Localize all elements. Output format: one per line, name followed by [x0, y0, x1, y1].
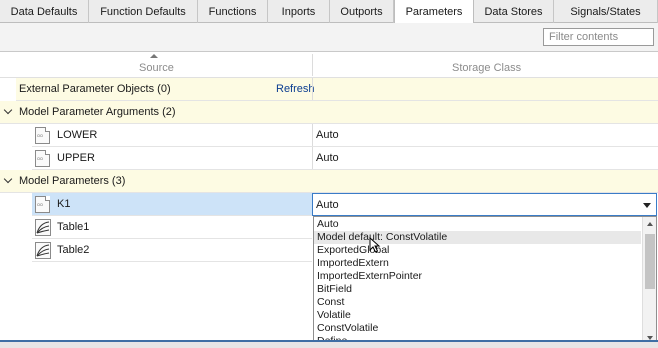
column-divider[interactable]: [312, 54, 313, 76]
external-objects-label: External Parameter Objects (0): [19, 83, 171, 95]
column-header-row: Source Storage Class: [0, 52, 658, 78]
parameter-icon: ▫▫: [35, 127, 50, 144]
table-row[interactable]: Table2: [32, 239, 312, 262]
scroll-up-icon[interactable]: [647, 222, 653, 226]
dropdown-option[interactable]: Const: [314, 296, 641, 309]
tab-bar: Data Defaults Function Defaults Function…: [0, 0, 658, 24]
table-row-selected[interactable]: ▫▫ K1: [32, 193, 312, 216]
tab-functions[interactable]: Functions: [198, 0, 268, 23]
row-name: LOWER: [57, 129, 98, 141]
row-name: Table2: [57, 244, 90, 256]
dropdown-option[interactable]: ExportedGlobal: [314, 244, 641, 257]
tab-outports[interactable]: Outports: [330, 0, 394, 23]
column-divider: [312, 124, 313, 146]
column-header-source[interactable]: Source: [139, 62, 174, 74]
column-divider: [312, 147, 313, 169]
dropdown-arrow-icon[interactable]: [643, 203, 651, 208]
row-name: UPPER: [57, 152, 95, 164]
parameter-icon: ▫▫: [35, 150, 50, 167]
tab-function-defaults[interactable]: Function Defaults: [89, 0, 198, 23]
dropdown-scrollbar[interactable]: [642, 217, 656, 345]
column-header-storage-class[interactable]: Storage Class: [452, 62, 521, 74]
combobox-value: Auto: [316, 199, 339, 211]
parameter-icon: ▫▫: [35, 196, 50, 213]
table-row[interactable]: ▫▫ LOWER Auto: [32, 124, 658, 147]
row-name: Table1: [57, 221, 90, 233]
lookup-table-icon: [35, 219, 51, 236]
dropdown-option[interactable]: ImportedExternPointer: [314, 270, 641, 283]
toolbar: [0, 23, 658, 52]
lookup-table-icon: [35, 242, 51, 259]
tab-signals-states[interactable]: Signals/States: [554, 0, 658, 23]
dropdown-option[interactable]: ImportedExtern: [314, 257, 641, 270]
tab-data-defaults[interactable]: Data Defaults: [0, 0, 89, 23]
refresh-link[interactable]: Refresh: [276, 83, 315, 95]
mouse-cursor-icon: [369, 237, 381, 253]
chevron-down-icon[interactable]: [3, 174, 13, 184]
tab-parameters[interactable]: Parameters: [394, 0, 474, 24]
group-label: Model Parameters (3): [19, 175, 126, 187]
tab-data-stores[interactable]: Data Stores: [474, 0, 554, 23]
row-storage-class[interactable]: Auto: [316, 152, 339, 164]
column-divider: [312, 78, 313, 100]
table-row[interactable]: ▫▫ UPPER Auto: [32, 147, 658, 170]
group-row-model-parameters[interactable]: Model Parameters (3): [0, 170, 658, 193]
table-row[interactable]: Table1: [32, 216, 312, 239]
row-storage-class[interactable]: Auto: [316, 129, 339, 141]
dropdown-option[interactable]: BitField: [314, 283, 641, 296]
dropdown-option[interactable]: Auto: [314, 218, 641, 231]
group-label: Model Parameter Arguments (2): [19, 106, 176, 118]
storage-class-dropdown-list[interactable]: Auto Model default: ConstVolatile Export…: [313, 216, 657, 346]
chevron-down-icon[interactable]: [3, 105, 13, 115]
scrollbar-thumb[interactable]: [645, 234, 655, 289]
tab-inports[interactable]: Inports: [268, 0, 330, 23]
external-objects-row[interactable]: External Parameter Objects (0) Refresh: [16, 78, 658, 101]
dropdown-option[interactable]: ConstVolatile: [314, 322, 641, 335]
dropdown-option[interactable]: Volatile: [314, 309, 641, 322]
dropdown-option-hovered[interactable]: Model default: ConstVolatile: [314, 231, 641, 244]
sort-indicator-icon[interactable]: [150, 54, 158, 58]
storage-class-combobox[interactable]: Auto: [312, 193, 657, 216]
bottom-panel-edge: [0, 340, 658, 348]
row-name: K1: [57, 198, 71, 210]
filter-contents-input[interactable]: [543, 28, 654, 46]
group-row-parameter-arguments[interactable]: Model Parameter Arguments (2): [0, 101, 658, 124]
